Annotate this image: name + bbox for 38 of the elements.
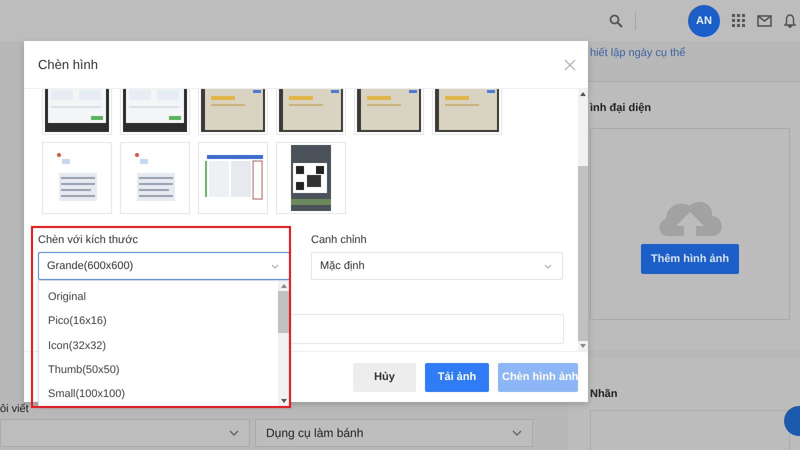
- chevron-icon: [544, 264, 552, 268]
- size-option[interactable]: Thumb(50x50): [39, 358, 278, 382]
- add-image-button[interactable]: Thêm hình ảnh: [640, 244, 740, 274]
- size-option[interactable]: Icon(32x32): [39, 333, 278, 358]
- image-thumbnail[interactable]: [276, 142, 346, 214]
- image-thumbnail[interactable]: [198, 142, 268, 214]
- search-icon[interactable]: [609, 14, 623, 28]
- card-title: ình đại diện: [590, 102, 652, 114]
- chevron-icon: [229, 430, 239, 436]
- chevron-icon: [512, 430, 522, 436]
- mail-icon[interactable]: [757, 14, 772, 26]
- size-select[interactable]: Grande(600x600): [38, 252, 290, 280]
- user-avatar[interactable]: AN: [688, 4, 720, 36]
- size-option[interactable]: Pico(16x16): [39, 309, 278, 334]
- card-title: Nhãn: [590, 388, 618, 400]
- category-select[interactable]: Dụng cụ làm bánh: [255, 419, 533, 447]
- select-field[interactable]: [0, 419, 250, 447]
- field-label: Canh chỉnh: [311, 234, 368, 246]
- size-option[interactable]: Small(100x100): [39, 382, 278, 406]
- dialog-button[interactable]: Tải ảnh: [425, 362, 489, 392]
- apps-grid-icon[interactable]: [732, 14, 745, 27]
- scroll-down-icon[interactable]: [580, 344, 586, 348]
- image-thumbnail[interactable]: [42, 142, 112, 214]
- scroll-up-icon[interactable]: [580, 92, 586, 96]
- dialog-button[interactable]: Hủy: [353, 362, 416, 392]
- field-label: Chèn với kích thước: [38, 234, 140, 246]
- scrollbar[interactable]: [578, 89, 588, 351]
- bell-icon[interactable]: [784, 14, 796, 28]
- size-option[interactable]: Original: [39, 285, 278, 310]
- upload-dropzone[interactable]: Thêm hình ảnh: [590, 128, 790, 320]
- scroll-down-icon[interactable]: [280, 399, 286, 403]
- chevron-icon: [271, 264, 279, 268]
- align-select[interactable]: Mặc định: [311, 252, 563, 280]
- dialog-title: Chèn hình: [38, 57, 98, 72]
- scrollbar[interactable]: [278, 281, 289, 406]
- image-thumbnail[interactable]: [120, 142, 190, 214]
- scroll-up-icon[interactable]: [280, 284, 286, 288]
- field-label: ôi viết: [0, 403, 30, 416]
